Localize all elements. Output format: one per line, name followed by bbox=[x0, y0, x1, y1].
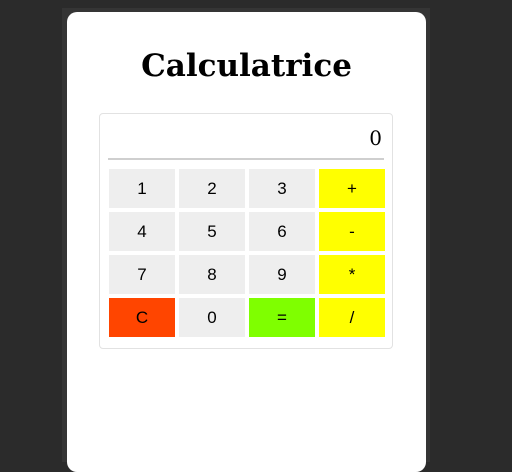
page-title: Calculatrice bbox=[141, 48, 352, 84]
key-4-button[interactable]: 4 bbox=[109, 212, 175, 251]
key-1-button[interactable]: 1 bbox=[109, 169, 175, 208]
display-value: 0 bbox=[369, 126, 382, 150]
calculator-display: 0 bbox=[108, 122, 384, 160]
calculator: 0 1 2 3 +4 5 6-7 8 9 * C 0 = / bbox=[99, 113, 393, 349]
key-3-button[interactable]: 3 bbox=[249, 169, 315, 208]
key-8-button[interactable]: 8 bbox=[179, 255, 245, 294]
key-clear-button[interactable]: C bbox=[109, 298, 175, 337]
key-7-button[interactable]: 7 bbox=[109, 255, 175, 294]
key-divide-button[interactable]: / bbox=[319, 298, 385, 337]
key-5-button[interactable]: 5 bbox=[179, 212, 245, 251]
key-9-button[interactable]: 9 bbox=[249, 255, 315, 294]
key-0-button[interactable]: 0 bbox=[179, 298, 245, 337]
key-2-button[interactable]: 2 bbox=[179, 169, 245, 208]
page-background: Calculatrice 0 1 2 3 +4 5 6-7 8 9 * C 0 = / bbox=[0, 0, 512, 472]
key-equals-button[interactable]: = bbox=[249, 298, 315, 337]
key-multiply-button[interactable]: * bbox=[319, 255, 385, 294]
key-6-button[interactable]: 6 bbox=[249, 212, 315, 251]
key-plus-button[interactable]: + bbox=[319, 169, 385, 208]
keypad: 1 2 3 +4 5 6- 7 8 9 * C 0 = / bbox=[109, 169, 385, 337]
calculator-card: Calculatrice 0 1 2 3 +4 5 6-7 8 9 * C 0 = / bbox=[67, 12, 426, 472]
key-minus-button[interactable]: - bbox=[319, 212, 385, 251]
